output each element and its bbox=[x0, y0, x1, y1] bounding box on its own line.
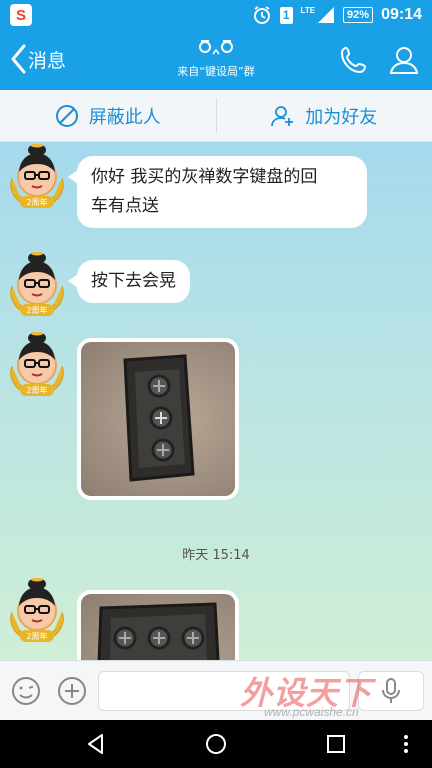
keycap-illustration bbox=[97, 602, 220, 660]
sim-badge: 1 bbox=[279, 6, 293, 24]
phone-icon[interactable] bbox=[338, 44, 370, 76]
alarm-icon bbox=[253, 6, 270, 24]
anniversary-badge: 2周年 bbox=[26, 305, 47, 315]
recents-square-icon[interactable] bbox=[324, 732, 348, 756]
message-text: 车有点送 bbox=[91, 196, 159, 216]
message-text: 按下去会晃 bbox=[91, 271, 176, 291]
message-bubble[interactable]: 你好 我买的灰禅数字键盘的回 车有点送 bbox=[68, 156, 367, 228]
image-message[interactable] bbox=[77, 338, 239, 500]
home-circle-icon[interactable] bbox=[204, 732, 228, 756]
keycap-illustration bbox=[123, 354, 195, 482]
add-friend-button[interactable]: 加为好友 bbox=[217, 90, 432, 141]
message-bubble[interactable]: 按下去会晃 bbox=[68, 260, 190, 303]
sogou-icon: S bbox=[10, 4, 32, 26]
block-user-button[interactable]: 屏蔽此人 bbox=[0, 90, 216, 141]
status-bar: S 1 LTE 92% 09:14 bbox=[0, 0, 432, 30]
mic-icon bbox=[382, 678, 400, 703]
person-icon[interactable] bbox=[388, 44, 420, 76]
network-type: LTE bbox=[300, 5, 316, 15]
more-options-icon[interactable] bbox=[400, 732, 412, 756]
contact-name-glyph bbox=[199, 40, 233, 55]
anniversary-badge: 2周年 bbox=[26, 631, 47, 641]
add-person-icon bbox=[271, 105, 294, 126]
add-friend-label: 加为好友 bbox=[305, 106, 378, 128]
message-text: 你好 我买的灰禅数字键盘的回 bbox=[91, 167, 318, 187]
input-bar bbox=[0, 660, 432, 720]
emoji-icon[interactable] bbox=[10, 675, 42, 707]
navigation-bar bbox=[0, 720, 432, 768]
voice-button[interactable] bbox=[358, 671, 424, 711]
back-triangle-icon[interactable] bbox=[84, 732, 108, 756]
avatar[interactable]: 2周年 bbox=[6, 144, 68, 210]
anniversary-badge: 2周年 bbox=[26, 197, 47, 207]
block-user-label: 屏蔽此人 bbox=[88, 106, 161, 128]
avatar[interactable]: 2周年 bbox=[6, 252, 68, 318]
action-bar: 屏蔽此人 加为好友 bbox=[0, 90, 432, 142]
battery-indicator: 92% bbox=[343, 7, 374, 23]
message-timestamp: 昨天 15:14 bbox=[182, 548, 250, 563]
chat-area[interactable]: 2周年 你好 我买的灰禅数字键盘的回 车有点送 2周年 按下去会晃 2周年 昨天… bbox=[0, 142, 432, 660]
keycap-photo bbox=[81, 342, 235, 496]
keycap-photo bbox=[81, 594, 235, 660]
title-bar: 消息 来自“键设局”群 bbox=[0, 30, 432, 90]
image-message[interactable] bbox=[77, 590, 239, 660]
anniversary-badge: 2周年 bbox=[26, 385, 47, 395]
clock: 09:14 bbox=[381, 6, 422, 23]
block-icon bbox=[55, 104, 78, 127]
signal-icon bbox=[318, 7, 335, 23]
plus-icon[interactable] bbox=[56, 675, 88, 707]
avatar[interactable]: 2周年 bbox=[6, 578, 68, 644]
message-input[interactable] bbox=[98, 671, 350, 711]
avatar[interactable]: 2周年 bbox=[6, 332, 68, 398]
